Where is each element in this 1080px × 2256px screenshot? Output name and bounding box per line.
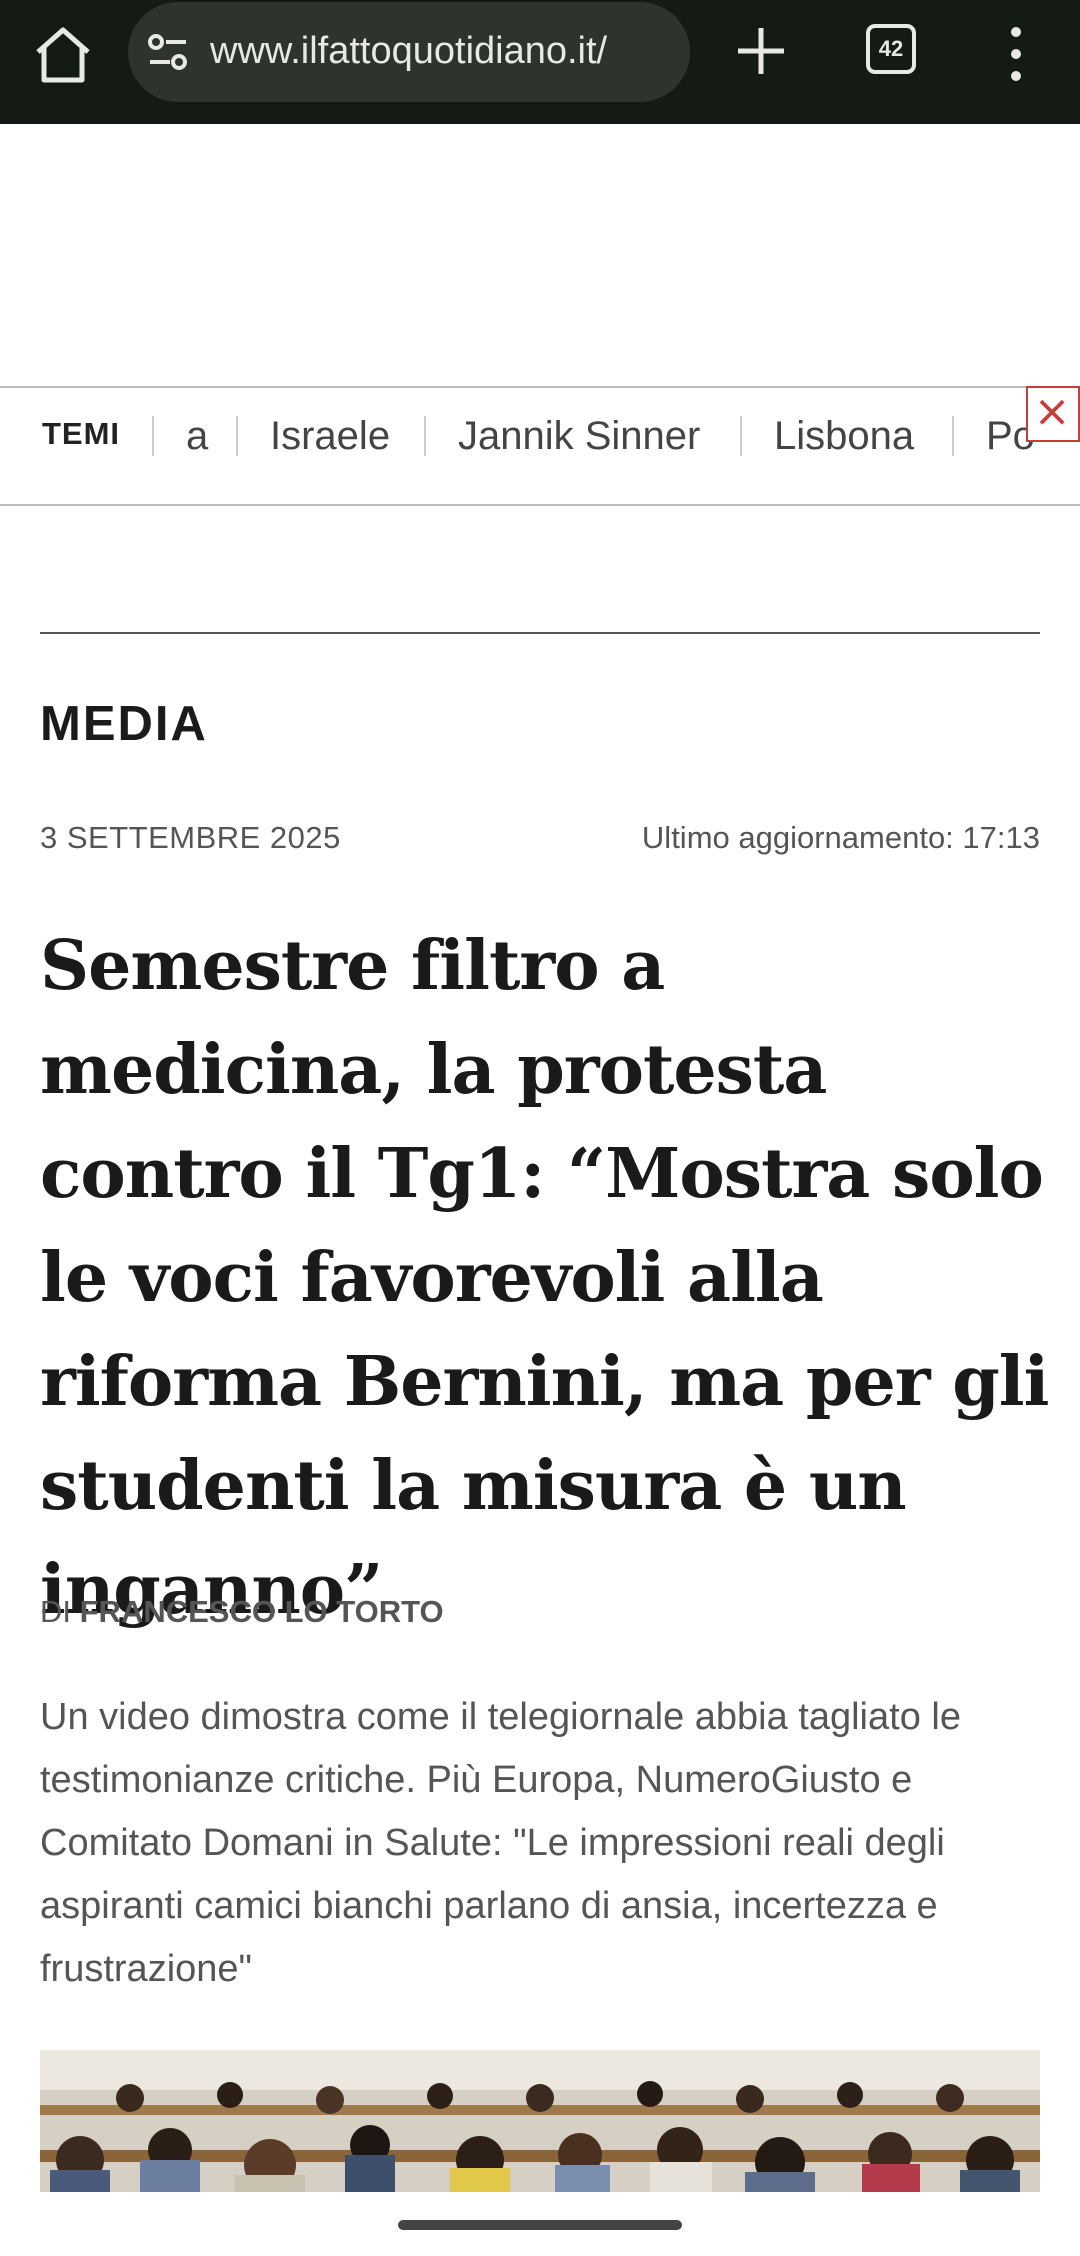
article-summary: Un video dimostra come il telegiornale a…: [40, 1696, 961, 1990]
article-headline: Semestre filtro a medicina, la protesta …: [40, 926, 1049, 1630]
tab-switcher-icon[interactable]: 42: [866, 24, 916, 74]
author-link[interactable]: FRANCESCO LO TORTO: [80, 1594, 444, 1629]
divider: [424, 416, 426, 456]
last-updated: Ultimo aggiornamento: 17:13: [641, 820, 1040, 855]
topic-israele[interactable]: Israele: [270, 414, 390, 459]
home-icon[interactable]: [30, 22, 96, 88]
students-photo: [40, 2050, 1040, 2192]
section-label[interactable]: MEDIA: [40, 696, 208, 752]
byline-prefix: DI: [40, 1594, 71, 1629]
divider: [152, 416, 154, 456]
address-bar[interactable]: www.ilfattoquotidiano.it/: [128, 2, 690, 102]
topics-bar[interactable]: TEMI a Israele Jannik Sinner Lisbona Po: [0, 386, 1080, 506]
close-ad-button[interactable]: [1026, 386, 1080, 442]
article-date: 3 SETTEMBRE 2025: [40, 820, 341, 855]
topic-jannik-sinner[interactable]: Jannik Sinner: [458, 414, 700, 459]
topic-lisbona[interactable]: Lisbona: [774, 414, 914, 459]
close-ad-icon: [1039, 399, 1065, 425]
article-photo[interactable]: [40, 2050, 1040, 2192]
more-menu-icon[interactable]: [1006, 24, 1026, 84]
ad-space: [0, 124, 1080, 386]
gesture-bar: [398, 2220, 682, 2230]
divider: [236, 416, 238, 456]
byline: DI FRANCESCO LO TORTO: [40, 1594, 444, 1630]
site-settings-icon[interactable]: [146, 32, 190, 72]
divider: [740, 416, 742, 456]
divider: [952, 416, 954, 456]
section-divider: [40, 632, 1040, 634]
url-text[interactable]: www.ilfattoquotidiano.it/: [210, 30, 680, 73]
browser-toolbar: www.ilfattoquotidiano.it/ 42: [0, 0, 1080, 124]
new-tab-icon[interactable]: [730, 20, 792, 82]
topic-item[interactable]: a: [186, 414, 208, 459]
topics-label: TEMI: [42, 416, 121, 451]
